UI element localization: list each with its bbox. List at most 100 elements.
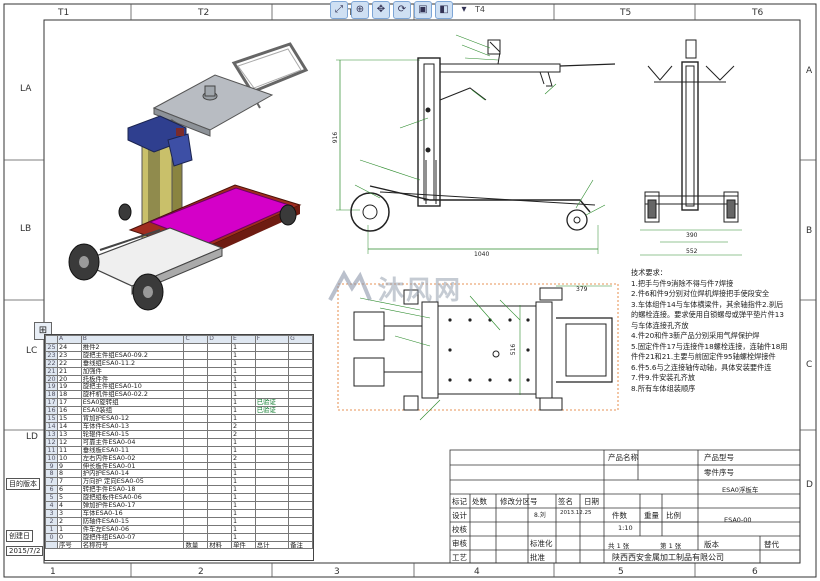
bom-row[interactable]: 3 3 车体ESA0-16 1 bbox=[45, 508, 313, 518]
bom-cell[interactable] bbox=[183, 516, 209, 526]
bom-col[interactable]: D bbox=[207, 335, 232, 344]
bom-cell[interactable]: 1 bbox=[230, 414, 256, 423]
bom-cell[interactable]: 20 bbox=[45, 374, 58, 384]
bom-cell[interactable] bbox=[207, 461, 232, 471]
bom-cell[interactable] bbox=[254, 445, 290, 455]
bom-cell[interactable] bbox=[183, 445, 209, 455]
bom-cell[interactable]: 21 bbox=[57, 366, 82, 376]
bom-cell[interactable] bbox=[183, 366, 209, 376]
bom-cell[interactable] bbox=[183, 390, 209, 400]
bom-cell[interactable] bbox=[254, 516, 290, 526]
bom-col[interactable]: C bbox=[183, 335, 209, 344]
bom-cell[interactable] bbox=[207, 406, 232, 416]
bom-cell[interactable]: 6 bbox=[45, 485, 58, 495]
bom-cell[interactable]: 8 bbox=[57, 469, 82, 479]
pan-icon[interactable]: ✥ bbox=[372, 1, 390, 19]
bom-cell[interactable]: 16 bbox=[57, 406, 82, 416]
bom-row[interactable]: 17 17 ESA0旋转组 1 已验证 bbox=[45, 398, 313, 408]
bom-cell[interactable]: 10 bbox=[57, 453, 82, 463]
bom-cell[interactable]: 护内护ESA0-14 bbox=[80, 469, 185, 479]
bom-cell[interactable] bbox=[207, 532, 232, 542]
bom-cell[interactable] bbox=[254, 342, 290, 352]
bom-cell[interactable]: 旋把主件组ESA0-09.2 bbox=[80, 350, 185, 360]
bom-row[interactable]: 6 6 转把手件ESA0-18 1 bbox=[45, 485, 313, 495]
bom-cell[interactable]: 旋杆机件组ESA0-02.2 bbox=[80, 390, 185, 400]
bom-row[interactable]: 11 11 垂线板ESA0-11 1 bbox=[45, 445, 313, 455]
bom-cell[interactable] bbox=[207, 358, 232, 368]
bom-cell[interactable] bbox=[254, 501, 290, 510]
bom-cell[interactable]: ESA0装组 bbox=[80, 406, 185, 416]
bom-cell[interactable]: 5 bbox=[57, 493, 82, 503]
bom-cell[interactable] bbox=[207, 524, 232, 534]
left-tab-date[interactable]: 2015/7/2 bbox=[6, 546, 44, 556]
bom-cell[interactable]: 1 bbox=[230, 445, 256, 455]
bom-cell[interactable] bbox=[207, 485, 232, 495]
view-orientation-icon[interactable]: ▣ bbox=[414, 1, 432, 19]
bom-cell[interactable]: 万向护 定向ESA0-05 bbox=[80, 477, 185, 487]
bom-cell[interactable]: 1 bbox=[230, 524, 256, 534]
bom-cell[interactable]: 12 bbox=[45, 437, 58, 447]
bom-cell[interactable]: 2 bbox=[57, 516, 82, 526]
bom-cell[interactable] bbox=[207, 508, 232, 518]
bom-cell[interactable]: 1 bbox=[230, 342, 256, 352]
bom-cell[interactable]: 22 bbox=[57, 358, 82, 368]
bom-cell[interactable] bbox=[207, 374, 232, 384]
bom-cell[interactable]: 10 bbox=[45, 453, 58, 463]
bom-cell[interactable]: 12 bbox=[57, 437, 82, 447]
bom-cell[interactable]: 1 bbox=[45, 524, 58, 534]
bom-cell[interactable]: 1 bbox=[230, 477, 256, 487]
bom-cell[interactable] bbox=[254, 421, 290, 431]
bom-cell[interactable] bbox=[183, 461, 209, 471]
bom-cell[interactable]: 6 bbox=[57, 485, 82, 495]
bom-cell[interactable] bbox=[183, 406, 209, 416]
bom-cell[interactable] bbox=[183, 501, 209, 510]
bom-row[interactable]: 0 0 旋把件组ESA0-07 1 bbox=[45, 532, 313, 542]
bom-cell[interactable] bbox=[254, 390, 290, 400]
bom-cell[interactable] bbox=[254, 366, 290, 376]
bom-cell[interactable]: 1 bbox=[230, 406, 256, 416]
zoom-area-icon[interactable]: ⊕ bbox=[351, 1, 369, 19]
bom-cell[interactable] bbox=[254, 524, 290, 534]
bom-cell[interactable] bbox=[207, 382, 232, 392]
bom-cell[interactable] bbox=[254, 508, 290, 518]
bom-cell[interactable]: 2 bbox=[230, 429, 256, 439]
bom-row[interactable]: 4 4 弹加护件ESA0-17 1 bbox=[45, 501, 313, 510]
bom-cell[interactable]: 1 bbox=[230, 366, 256, 376]
bom-cell[interactable] bbox=[254, 350, 290, 360]
bom-cell[interactable] bbox=[288, 437, 313, 447]
bom-cell[interactable]: 防轴件ESA0-15 bbox=[80, 516, 185, 526]
left-tab-version[interactable]: 目的版本 bbox=[6, 478, 40, 490]
bom-row[interactable]: 8 8 护内护ESA0-14 1 bbox=[45, 469, 313, 479]
bom-row[interactable]: 15 15 背加护ESA0-12 1 bbox=[45, 414, 313, 423]
bom-cell[interactable] bbox=[288, 414, 313, 423]
bom-cell[interactable]: 1 bbox=[230, 350, 256, 360]
bom-cell[interactable]: 旋把件组ESA0-07 bbox=[80, 532, 185, 542]
bom-cell[interactable]: 已验证 bbox=[254, 406, 290, 416]
bom-cell[interactable] bbox=[207, 398, 232, 408]
bom-cell[interactable] bbox=[207, 516, 232, 526]
bom-cell[interactable]: 7 bbox=[45, 477, 58, 487]
bom-cell[interactable] bbox=[288, 382, 313, 392]
bom-cell[interactable]: 9 bbox=[57, 461, 82, 471]
bom-cell[interactable]: 24 bbox=[57, 342, 82, 352]
bom-cell[interactable] bbox=[183, 453, 209, 463]
bom-cell[interactable] bbox=[207, 429, 232, 439]
bom-cell[interactable] bbox=[254, 469, 290, 479]
bom-cell[interactable]: 5 bbox=[45, 493, 58, 503]
bom-cell[interactable] bbox=[288, 445, 313, 455]
bom-cell[interactable]: 7 bbox=[57, 477, 82, 487]
bom-cell[interactable]: 伸长板件ESA0-01 bbox=[80, 461, 185, 471]
bom-row[interactable]: 19 19 旋把主件组ESA0-10 1 bbox=[45, 382, 313, 392]
bom-cell[interactable] bbox=[254, 461, 290, 471]
bom-cell[interactable]: 4 bbox=[57, 501, 82, 510]
bom-cell[interactable]: 旋把主件组ESA0-10 bbox=[80, 382, 185, 392]
bom-cell[interactable]: 1 bbox=[230, 398, 256, 408]
bom-cell[interactable] bbox=[288, 453, 313, 463]
bom-cell[interactable] bbox=[183, 524, 209, 534]
bom-cell[interactable] bbox=[183, 414, 209, 423]
bom-cell[interactable] bbox=[207, 469, 232, 479]
bom-cell[interactable]: 弹加护件ESA0-17 bbox=[80, 501, 185, 510]
bom-cell[interactable] bbox=[288, 398, 313, 408]
bom-cell[interactable] bbox=[288, 350, 313, 360]
bom-cell[interactable] bbox=[288, 508, 313, 518]
